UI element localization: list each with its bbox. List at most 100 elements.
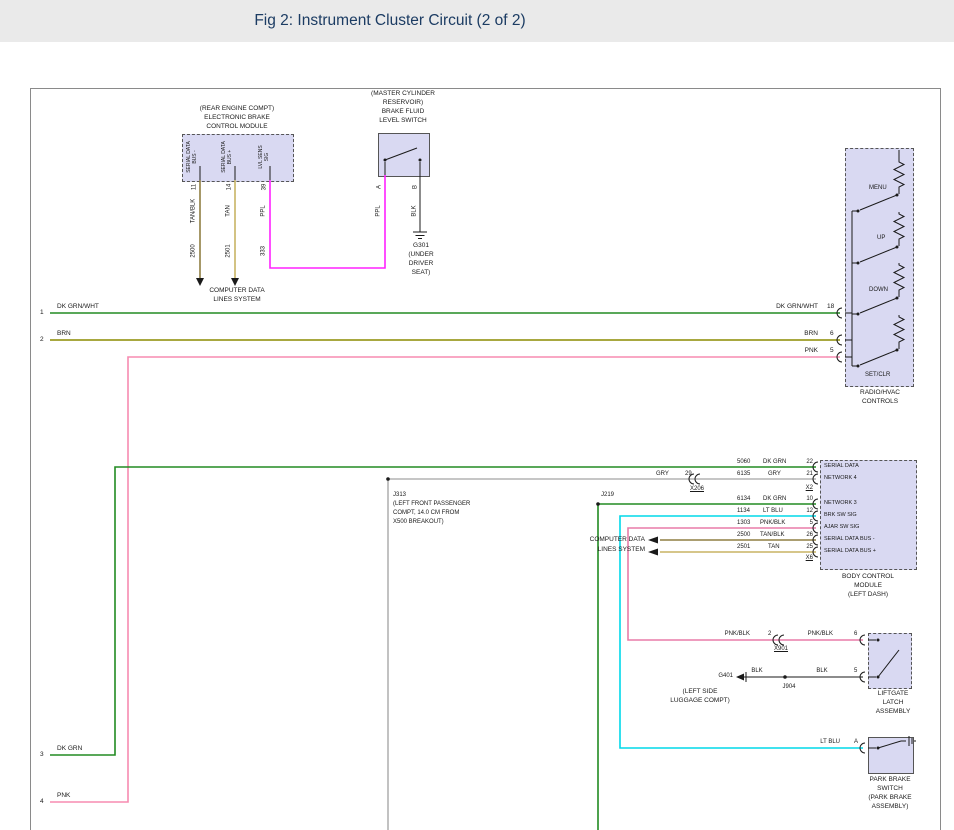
pin-number: 26	[806, 532, 813, 539]
splice-j904-label: J904	[782, 684, 795, 691]
ebcm-pin-signal: SIG	[265, 153, 271, 162]
wire-color-label: LT BLU	[820, 739, 840, 746]
wiring-diagram-page: Fig 2: Instrument Cluster Circuit (2 of …	[0, 0, 954, 830]
bcm-signal: NETWORK 4	[824, 475, 857, 481]
park-brake-caption: ASSEMBLY)	[872, 803, 909, 810]
park-brake-switch-symbol	[868, 736, 915, 750]
liftgate-caption: ASSEMBLY	[876, 708, 911, 715]
bcm-signal: BRK SW SIG	[824, 512, 857, 518]
pin-number: 6	[830, 330, 834, 337]
wire-color-label: DK GRN	[57, 745, 82, 752]
radio-resistor-ladder	[845, 150, 904, 368]
ebcm-pin-number: 39	[262, 184, 269, 191]
pin-number: 2	[768, 631, 771, 638]
pin-number: 5	[854, 668, 857, 675]
wire-number: 1	[40, 309, 44, 316]
pin-number: 12	[806, 508, 813, 515]
wire-color-label: PNK/BLK	[725, 631, 750, 638]
fluid-switch-caption: (MASTER CYLINDER	[371, 90, 435, 97]
wire-color-label: DK GRN/WHT	[776, 303, 818, 310]
circuit-number: 2501	[737, 544, 750, 551]
wiring-layer	[0, 0, 954, 830]
data-lines-note: COMPUTER DATA	[590, 536, 645, 543]
pin-letter: B	[413, 185, 420, 189]
wire-ppl	[270, 166, 385, 268]
wire-color-label: TAN	[768, 544, 780, 551]
pin-letter: A	[377, 185, 384, 189]
wire-number: 3	[40, 751, 44, 758]
fluid-switch-caption: RESERVOIR)	[383, 99, 423, 106]
wire-color-label: PPL	[261, 205, 268, 216]
radio-caption: CONTROLS	[862, 398, 898, 405]
circuit-number: 2501	[226, 244, 233, 257]
ground-location: DRIVER	[409, 260, 434, 267]
circuit-number: 2500	[737, 532, 750, 539]
wire-color-label: PNK/BLK	[808, 631, 833, 638]
splice-j219-label: J219	[601, 492, 614, 499]
circuit-number: 1134	[737, 508, 750, 515]
liftgate-caption: LATCH	[883, 699, 904, 706]
ebcm-pin-signal: BUS +	[228, 150, 234, 165]
wire-color-label: BLK	[751, 668, 762, 675]
button-label-setclr: SET/CLR	[865, 372, 890, 379]
connector-ref: X901	[774, 646, 788, 653]
circuit-number: 6134	[737, 496, 750, 503]
wire-color-label: TAN/BLK	[760, 532, 785, 539]
wire-color-label: GRY	[656, 471, 669, 478]
connector-ref: X6	[806, 555, 813, 562]
pin-number: 29	[685, 471, 692, 478]
ebcm-caption-line: (REAR ENGINE COMPT)	[200, 105, 274, 112]
bcm-caption: BODY CONTROL	[842, 573, 894, 580]
bcm-signal: NETWORK 3	[824, 500, 857, 506]
bcm-caption: (LEFT DASH)	[848, 591, 888, 598]
wire-color-label: GRY	[768, 471, 781, 478]
ebcm-pin-number: 14	[227, 184, 234, 191]
ground-name: G401	[718, 673, 733, 680]
wire-color-label: PNK	[57, 792, 70, 799]
wire-pnk	[50, 357, 840, 802]
wire-color-label: BRN	[804, 330, 818, 337]
wire-color-label: BLK	[412, 205, 419, 216]
circuit-number: 5060	[737, 459, 750, 466]
wire-color-label: PNK	[805, 347, 818, 354]
circuit-number: 2500	[191, 244, 198, 257]
ebcm-pin-number: 11	[192, 184, 199, 190]
wire-color-label: DK GRN/WHT	[57, 303, 99, 310]
bcm-signal: SERIAL DATA	[824, 463, 859, 469]
wire-color-label: BRN	[57, 330, 71, 337]
liftgate-caption: LIFTGATE	[878, 690, 909, 697]
ground-location: (UNDER	[408, 251, 433, 258]
pin-number: 21	[806, 471, 813, 478]
park-brake-caption: (PARK BRAKE	[868, 794, 911, 801]
fluid-switch-caption: BRAKE FLUID	[382, 108, 425, 115]
bcm-caption: MODULE	[854, 582, 882, 589]
wire-color-label: DK GRN	[763, 496, 786, 503]
pin-number: 22	[806, 459, 813, 466]
ebcm-pin-signal: BUS -	[193, 150, 199, 163]
park-brake-caption: SWITCH	[877, 785, 903, 792]
splice-j313-desc: COMPT, 14.0 CM FROM	[393, 510, 459, 517]
data-lines-note: COMPUTER DATA	[209, 287, 264, 294]
wire-color-label: DK GRN	[763, 459, 786, 466]
wire-number: 4	[40, 798, 44, 805]
ebcm-caption-line: CONTROL MODULE	[206, 123, 267, 130]
ebcm-caption-line: ELECTRONIC BRAKE	[204, 114, 270, 121]
bcm-signal: AJAR SW SIG	[824, 524, 859, 530]
connector-ref: X206	[690, 486, 704, 493]
pin-number: 10	[806, 496, 813, 503]
circuit-number: 6135	[737, 471, 750, 478]
splice-j313-desc: (LEFT FRONT PASSENGER	[393, 501, 470, 508]
bcm-signal: SERIAL DATA BUS +	[824, 548, 876, 554]
splice-j313-desc: X500 BREAKOUT)	[393, 519, 444, 526]
connector-ref: X2	[806, 485, 813, 492]
pin-number: 5	[810, 520, 813, 527]
wire-color-label: PNK/BLK	[760, 520, 785, 527]
data-lines-note: LINES SYSTEM	[598, 546, 645, 553]
ground-location: LUGGAGE COMPT)	[670, 697, 730, 704]
wire-tan-blk-bus-minus	[648, 537, 816, 544]
connector-symbols	[689, 308, 865, 753]
ground-name: G301	[413, 242, 429, 249]
wire-gry-network4	[386, 477, 816, 830]
data-lines-note: LINES SYSTEM	[213, 296, 260, 303]
circuit-number: 1303	[737, 520, 750, 527]
